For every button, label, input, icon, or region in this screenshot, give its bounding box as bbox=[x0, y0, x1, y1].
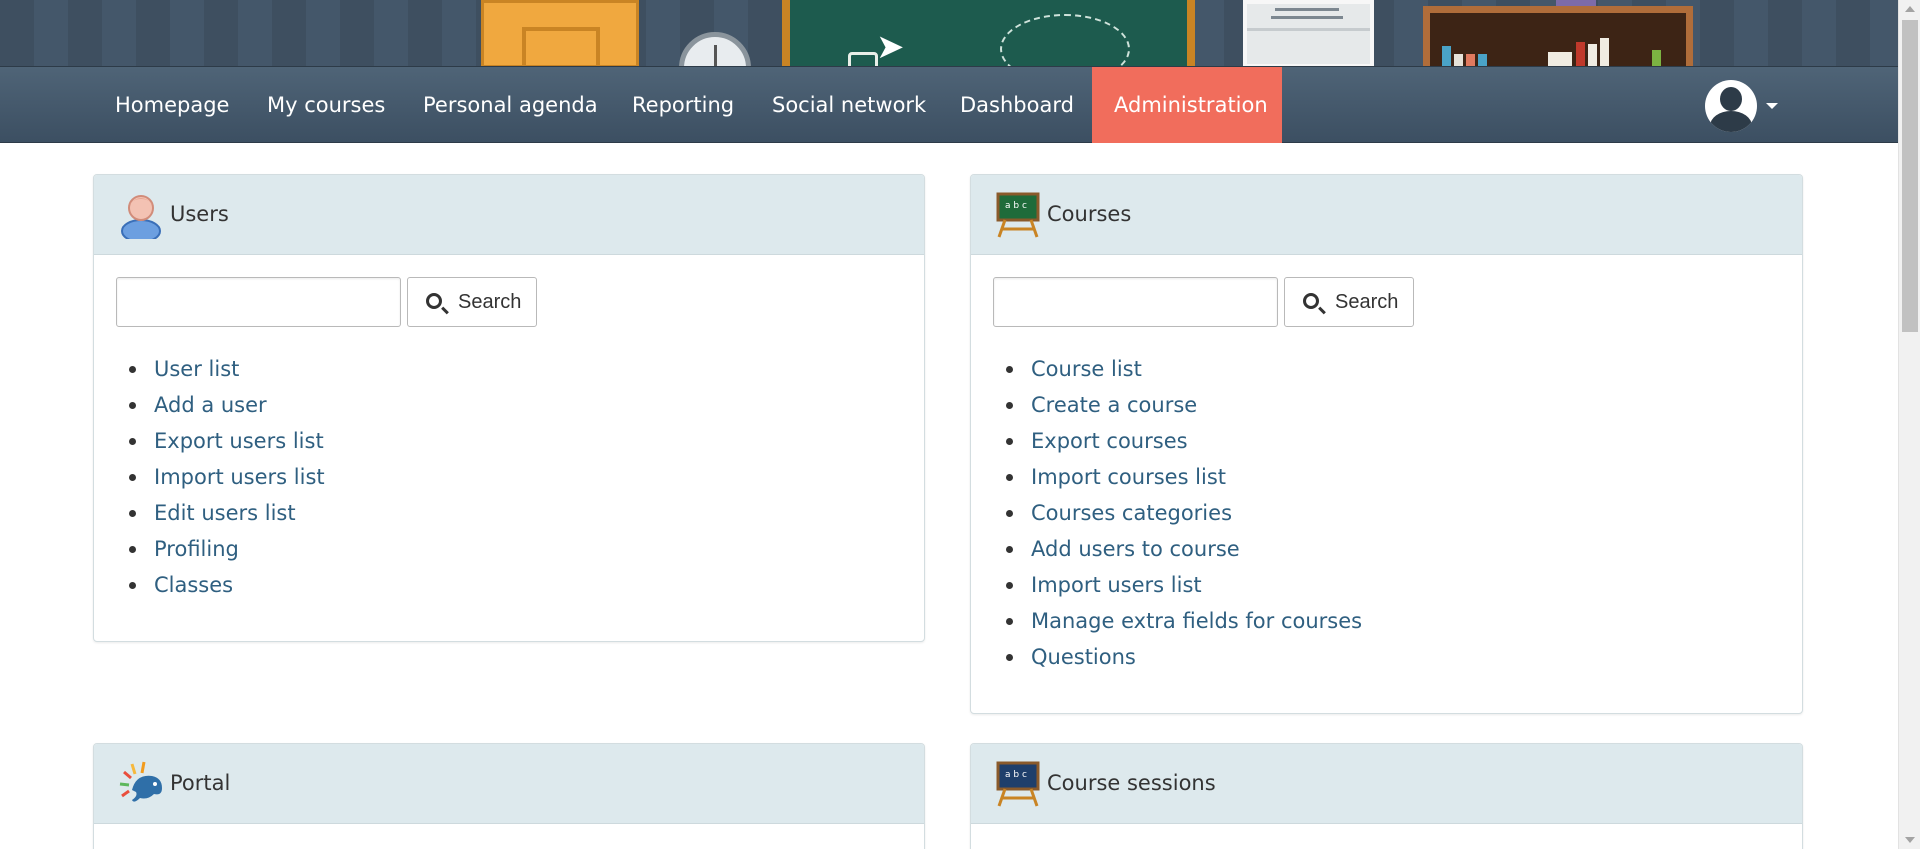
link-import-courses-list[interactable]: Import courses list bbox=[1005, 459, 1362, 495]
users-search-label: Search bbox=[458, 291, 522, 313]
link-user-list[interactable]: User list bbox=[129, 351, 325, 387]
link-profiling[interactable]: Profiling bbox=[129, 531, 325, 567]
search-icon bbox=[1303, 293, 1319, 309]
courses-panel-heading: a b c Courses bbox=[971, 175, 1802, 255]
clock-illustration bbox=[679, 32, 751, 68]
nav-personal-agenda[interactable]: Personal agenda bbox=[401, 67, 620, 143]
bookshelf-illustration bbox=[1423, 6, 1693, 68]
courses-panel: a b c Courses Search Course list Create … bbox=[970, 174, 1803, 714]
scrollbar-thumb[interactable] bbox=[1902, 20, 1918, 332]
link-manage-extra-fields[interactable]: Manage extra fields for courses bbox=[1005, 603, 1362, 639]
chalkboard-icon: a b c bbox=[996, 761, 1040, 807]
nav-reporting[interactable]: Reporting bbox=[610, 67, 756, 143]
link-classes[interactable]: Classes bbox=[129, 567, 325, 603]
users-panel-title: Users bbox=[170, 202, 229, 226]
projector-screen-illustration bbox=[1243, 0, 1374, 68]
user-icon bbox=[121, 195, 161, 239]
nav-social-network[interactable]: Social network bbox=[750, 67, 948, 143]
course-sessions-panel-heading: a b c Course sessions bbox=[971, 744, 1802, 824]
svg-text:a b c: a b c bbox=[1005, 201, 1027, 211]
main-navbar: Homepage My courses Personal agenda Repo… bbox=[0, 66, 1898, 143]
link-export-users-list[interactable]: Export users list bbox=[129, 423, 325, 459]
user-menu-toggle[interactable] bbox=[1705, 80, 1761, 132]
course-sessions-panel: a b c Course sessions bbox=[970, 743, 1803, 849]
courses-links-list: Course list Create a course Export cours… bbox=[1005, 351, 1362, 675]
page-scrollbar[interactable] bbox=[1898, 0, 1920, 849]
nav-homepage[interactable]: Homepage bbox=[93, 67, 251, 143]
link-add-user[interactable]: Add a user bbox=[129, 387, 325, 423]
chevron-down-icon[interactable] bbox=[1766, 103, 1778, 109]
avatar bbox=[1705, 80, 1757, 132]
link-questions[interactable]: Questions bbox=[1005, 639, 1362, 675]
chalkboard-illustration: ➤ bbox=[782, 0, 1195, 68]
link-import-users-list[interactable]: Import users list bbox=[1005, 567, 1362, 603]
scroll-down-arrow-icon[interactable] bbox=[1905, 837, 1915, 843]
users-panel: Users Search User list Add a user Export… bbox=[93, 174, 925, 642]
portal-panel: Portal bbox=[93, 743, 925, 849]
chalkboard-icon: a b c bbox=[996, 192, 1040, 238]
door-illustration bbox=[481, 0, 639, 68]
link-edit-users-list[interactable]: Edit users list bbox=[129, 495, 325, 531]
link-import-users-list[interactable]: Import users list bbox=[129, 459, 325, 495]
users-search-input[interactable] bbox=[116, 277, 401, 327]
link-create-course[interactable]: Create a course bbox=[1005, 387, 1362, 423]
link-course-list[interactable]: Course list bbox=[1005, 351, 1362, 387]
portal-panel-heading: Portal bbox=[94, 744, 924, 824]
users-search-button[interactable]: Search bbox=[407, 277, 537, 327]
users-panel-heading: Users bbox=[94, 175, 924, 255]
courses-search-label: Search bbox=[1335, 291, 1399, 313]
courses-search-input[interactable] bbox=[993, 277, 1278, 327]
courses-search-button[interactable]: Search bbox=[1284, 277, 1414, 327]
nav-my-courses[interactable]: My courses bbox=[245, 67, 407, 143]
chamilo-logo-icon bbox=[119, 761, 162, 802]
header-banner: ➤ bbox=[0, 0, 1898, 68]
courses-panel-title: Courses bbox=[1047, 202, 1132, 226]
link-add-users-to-course[interactable]: Add users to course bbox=[1005, 531, 1362, 567]
scroll-up-arrow-icon[interactable] bbox=[1905, 6, 1915, 12]
search-icon bbox=[426, 293, 442, 309]
nav-administration[interactable]: Administration bbox=[1092, 67, 1282, 143]
users-links-list: User list Add a user Export users list I… bbox=[129, 351, 325, 603]
svg-text:a b c: a b c bbox=[1005, 770, 1027, 780]
paper-plane-icon: ➤ bbox=[876, 27, 905, 67]
nav-dashboard[interactable]: Dashboard bbox=[938, 67, 1096, 143]
portal-panel-title: Portal bbox=[170, 771, 231, 795]
course-sessions-panel-title: Course sessions bbox=[1047, 771, 1216, 795]
link-courses-categories[interactable]: Courses categories bbox=[1005, 495, 1362, 531]
link-export-courses[interactable]: Export courses bbox=[1005, 423, 1362, 459]
